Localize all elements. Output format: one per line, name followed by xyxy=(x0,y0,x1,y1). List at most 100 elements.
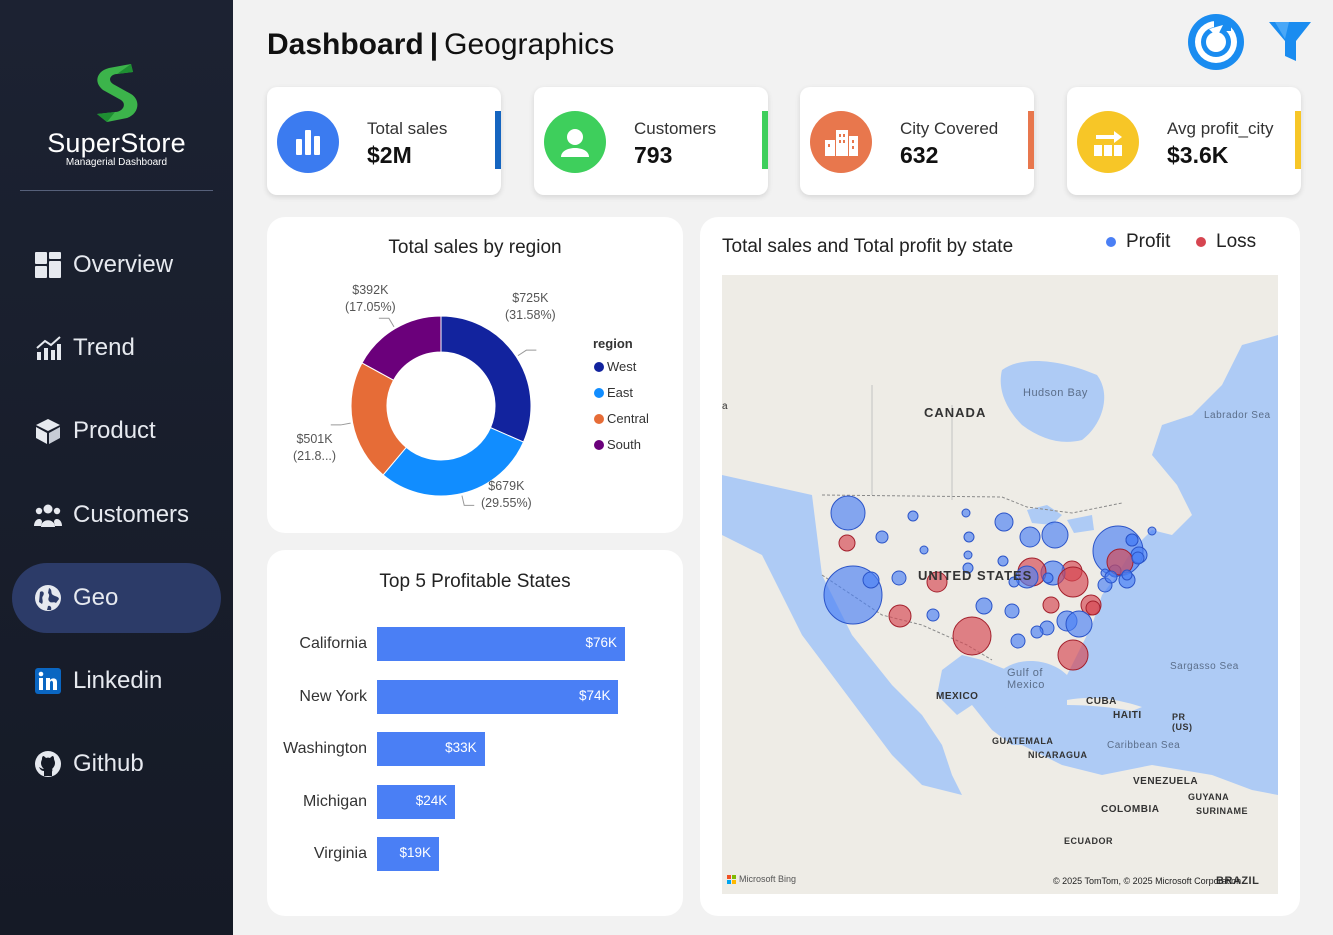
map-bubble-profit[interactable] xyxy=(1042,572,1054,584)
kpi-card-customers: Customers 793 xyxy=(534,87,768,195)
bar-washington[interactable]: $33K xyxy=(377,732,485,766)
map-bubble-loss[interactable] xyxy=(1042,596,1060,614)
bar-category-label: New York xyxy=(299,687,367,705)
map-label-united-states: UNITED STATES xyxy=(918,568,1033,583)
donut-leader-line xyxy=(517,349,537,357)
map-bubble-profit[interactable] xyxy=(830,495,866,531)
map-label-guatemala: GUATEMALA xyxy=(992,736,1054,746)
map-bubble-profit[interactable] xyxy=(926,608,940,622)
nav-label: Geo xyxy=(73,584,119,611)
map-bubble-loss[interactable] xyxy=(838,534,856,552)
map-bubble-profit[interactable] xyxy=(961,508,971,518)
bar-virginia[interactable]: $19K xyxy=(377,837,439,871)
bar-value-label: $24K xyxy=(415,792,448,808)
donut-slice-west[interactable] xyxy=(440,315,532,443)
donut-label-pct: (21.8...) xyxy=(293,449,337,463)
reset-button[interactable] xyxy=(1186,12,1246,72)
kpi-card-avg-profit: Avg profit_city $3.6K xyxy=(1067,87,1301,195)
nav-item-github[interactable]: Github xyxy=(12,729,221,799)
map-bubble-profit[interactable] xyxy=(997,555,1009,567)
kpi-label: Customers xyxy=(634,119,717,138)
map-label-haiti: HAITI xyxy=(1113,710,1142,721)
donut-label-east: $679K (29.55%) xyxy=(481,478,532,512)
map-bubble-profit[interactable] xyxy=(891,570,907,586)
linkedin-icon xyxy=(34,667,62,695)
map-bubble-profit[interactable] xyxy=(1131,551,1145,565)
map-bubble-profit[interactable] xyxy=(1147,526,1157,536)
legend-dot xyxy=(1106,237,1116,247)
map-bubble-profit[interactable] xyxy=(1125,533,1139,547)
map-bubble-profit[interactable] xyxy=(1041,521,1069,549)
nav-label: Github xyxy=(73,750,144,777)
nav-item-customers[interactable]: Customers xyxy=(12,480,221,550)
map-bubble-loss[interactable] xyxy=(952,616,992,656)
legend-item-west[interactable]: West xyxy=(594,359,636,374)
map-credit-copyright: © 2025 TomTom, © 2025 Microsoft Corporat… xyxy=(1053,876,1242,886)
nav-item-linkedin[interactable]: Linkedin xyxy=(12,646,221,716)
page-title-sub: Geographics xyxy=(444,28,615,61)
legend-label: Profit xyxy=(1126,231,1171,252)
legend-item-central[interactable]: Central xyxy=(594,411,649,426)
map-bubble-loss[interactable] xyxy=(1085,600,1101,616)
kpi-accent-bar xyxy=(762,111,768,169)
map-label-mexico: MEXICO xyxy=(936,691,979,702)
map-bubble-profit[interactable] xyxy=(1030,625,1044,639)
nav-label: Trend xyxy=(73,334,135,361)
legend-item-south[interactable]: South xyxy=(594,437,641,452)
sidebar: SuperStore Managerial Dashboard Overview… xyxy=(0,0,233,935)
globe-icon xyxy=(34,584,62,612)
nav-item-overview[interactable]: Overview xyxy=(12,230,221,300)
map-canvas[interactable]: a CANADA Hudson Bay Labrador Sea UNITED … xyxy=(722,275,1278,894)
filter-button[interactable] xyxy=(1260,12,1320,72)
region-legend-title: region xyxy=(593,336,633,351)
map-bubble-loss[interactable] xyxy=(1057,566,1089,598)
map-label-guyana: GUYANA xyxy=(1188,792,1230,802)
map-bubble-profit[interactable] xyxy=(1121,569,1133,581)
map-bubble-profit[interactable] xyxy=(1010,633,1026,649)
map-bubble-profit[interactable] xyxy=(975,597,993,615)
donut-label-pct: (29.55%) xyxy=(481,496,532,510)
donut-label-south: $392K (17.05%) xyxy=(345,282,396,316)
kpi-accent-bar xyxy=(1295,111,1301,169)
page-title: Dashboard | Geographics xyxy=(267,28,614,62)
map-bubble-profit[interactable] xyxy=(1065,610,1093,638)
bar-value-label: $74K xyxy=(578,687,611,703)
map-legend-loss[interactable]: Loss xyxy=(1196,231,1256,253)
map-label-sargasso-sea: Sargasso Sea xyxy=(1170,661,1239,672)
nav-item-trend[interactable]: Trend xyxy=(12,313,221,383)
legend-label: Central xyxy=(607,411,649,426)
nav-label: Customers xyxy=(73,501,190,528)
map-bubble-profit[interactable] xyxy=(1019,526,1041,548)
users-icon xyxy=(34,501,62,529)
map-bubble-loss[interactable] xyxy=(888,604,912,628)
map-label-gulf-of-mexico: Gulf of Mexico xyxy=(1007,667,1045,691)
map-bubble-profit[interactable] xyxy=(862,571,880,589)
bar-michigan[interactable]: $24K xyxy=(377,784,456,819)
map-bubble-profit[interactable] xyxy=(994,512,1014,532)
map-bubble-profit[interactable] xyxy=(875,530,889,544)
map-label-labrador-sea: Labrador Sea xyxy=(1204,410,1271,421)
nav-item-product[interactable]: Product xyxy=(12,396,221,466)
map-label-edge: a xyxy=(722,401,729,412)
map-bubble-profit[interactable] xyxy=(907,510,919,522)
map-bubble-loss[interactable] xyxy=(1057,639,1089,671)
nav-item-geo[interactable]: Geo xyxy=(12,563,221,633)
map-bubble-profit[interactable] xyxy=(963,550,973,560)
map-bubble-profit[interactable] xyxy=(963,531,975,543)
kpi-value: 632 xyxy=(900,142,939,168)
nav-label: Overview xyxy=(73,251,174,278)
map-bubble-profit[interactable] xyxy=(1104,570,1118,584)
bar-value-label: $76K xyxy=(585,635,617,650)
bar-california[interactable]: $76K xyxy=(377,627,625,661)
brand-title: SuperStore xyxy=(47,128,186,158)
bar-category-label: Virginia xyxy=(313,845,367,862)
donut-label-west: $725K (31.58%) xyxy=(505,290,556,324)
kpi-label: Total sales xyxy=(367,119,448,138)
bar-new-york[interactable]: $74K xyxy=(377,679,619,714)
brand-subtitle: Managerial Dashboard xyxy=(65,157,168,168)
page-title-separator: | xyxy=(429,28,439,61)
map-bubble-profit[interactable] xyxy=(919,545,929,555)
map-legend-profit[interactable]: Profit xyxy=(1106,231,1170,253)
legend-item-east[interactable]: East xyxy=(594,385,633,400)
map-bubble-profit[interactable] xyxy=(1004,603,1020,619)
